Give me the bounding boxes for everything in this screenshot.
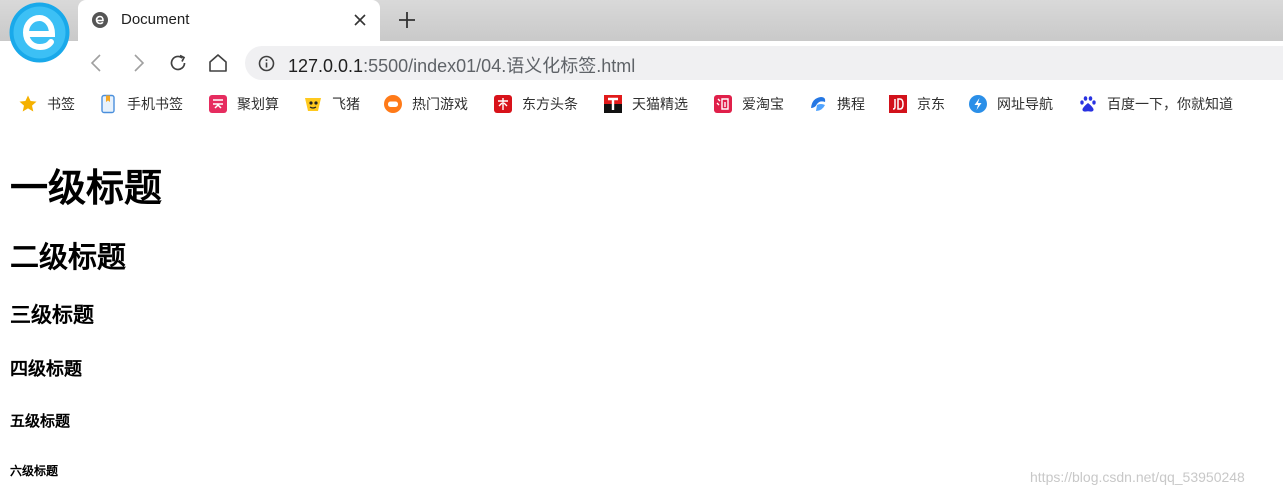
bookmark-jd[interactable]: 京东	[888, 94, 945, 114]
heading-level-2: 二级标题	[10, 240, 127, 274]
bookmark-dongfang[interactable]: 东方头条	[493, 94, 578, 114]
bookmark-mobile[interactable]: 手机书签	[98, 94, 183, 114]
address-bar[interactable]: 127.0.0.1:5500/index01/04.语义化标签.html	[245, 46, 1283, 80]
mobile-bookmark-icon	[101, 94, 115, 114]
site-info-icon[interactable]	[258, 55, 275, 72]
bookmark-aitaobao[interactable]: 爱淘宝	[713, 94, 784, 114]
bookmark-feizhu[interactable]: 飞猪	[303, 94, 360, 114]
heading-level-4: 四级标题	[10, 359, 82, 380]
bookmarks-bar: 书签 手机书签 聚划算 飞猪 热门游戏 东方头条 天猫精选 爱淘宝 携程 京东 …	[0, 85, 1283, 123]
juhuasuan-icon	[209, 95, 227, 113]
bookmark-label: 网址导航	[997, 97, 1053, 113]
bookmark-label: 聚划算	[237, 97, 279, 113]
back-icon[interactable]	[86, 52, 108, 74]
bookmark-label: 热门游戏	[412, 97, 468, 113]
bookmark-baidu[interactable]: 百度一下，你就知道	[1078, 94, 1233, 114]
fliggy-icon	[305, 98, 321, 111]
dongfang-icon	[494, 95, 512, 113]
baidu-icon	[1080, 96, 1096, 112]
bookmark-navigation[interactable]: 网址导航	[968, 94, 1053, 114]
bookmark-shuqian[interactable]: 书签	[18, 94, 75, 114]
bookmark-label: 百度一下，你就知道	[1107, 97, 1233, 113]
bookmark-ctrip[interactable]: 携程	[808, 94, 865, 114]
bookmark-label: 飞猪	[332, 97, 360, 113]
home-icon[interactable]	[207, 52, 229, 74]
bookmark-tmall[interactable]: 天猫精选	[603, 94, 688, 114]
taobao-icon	[714, 95, 732, 113]
bookmark-label: 爱淘宝	[742, 97, 784, 113]
bookmark-label: 手机书签	[127, 97, 183, 113]
bookmark-label: 京东	[917, 97, 945, 113]
forward-icon[interactable]	[127, 52, 149, 74]
heading-level-6: 六级标题	[10, 464, 59, 478]
heading-level-3: 三级标题	[10, 303, 94, 327]
tab-document[interactable]: Document	[78, 0, 380, 41]
star-icon	[19, 95, 37, 112]
navigation-toolbar: 127.0.0.1:5500/index01/04.语义化标签.html	[0, 41, 1283, 85]
bookmark-label: 书签	[47, 97, 75, 113]
tmall-icon	[604, 95, 622, 113]
new-tab-icon[interactable]	[397, 10, 417, 30]
tab-strip: Document	[0, 0, 1283, 63]
page-favicon-icon	[92, 12, 108, 28]
watermark-text: https://blog.csdn.net/qq_53950248	[1030, 469, 1245, 485]
ctrip-icon	[811, 97, 826, 111]
heading-level-5: 五级标题	[10, 412, 71, 430]
url-path: :5500/index01/04.语义化标签.html	[363, 56, 636, 76]
reload-icon[interactable]	[167, 52, 189, 74]
jd-icon	[889, 95, 907, 113]
url-host: 127.0.0.1	[288, 56, 364, 76]
bookmark-label: 天猫精选	[632, 97, 688, 113]
navigation-icon	[969, 95, 987, 113]
bookmark-label: 东方头条	[522, 97, 578, 113]
game-icon	[384, 95, 402, 113]
bookmark-juhuasuan[interactable]: 聚划算	[208, 94, 279, 114]
close-tab-icon[interactable]	[351, 11, 369, 29]
bookmark-label: 携程	[837, 97, 865, 113]
heading-level-1: 一级标题	[10, 166, 163, 210]
bookmark-hot-games[interactable]: 热门游戏	[383, 94, 468, 114]
url-text[interactable]: 127.0.0.1:5500/index01/04.语义化标签.html	[288, 52, 635, 78]
tab-title: Document	[121, 11, 190, 28]
browser-logo-icon	[9, 2, 70, 63]
